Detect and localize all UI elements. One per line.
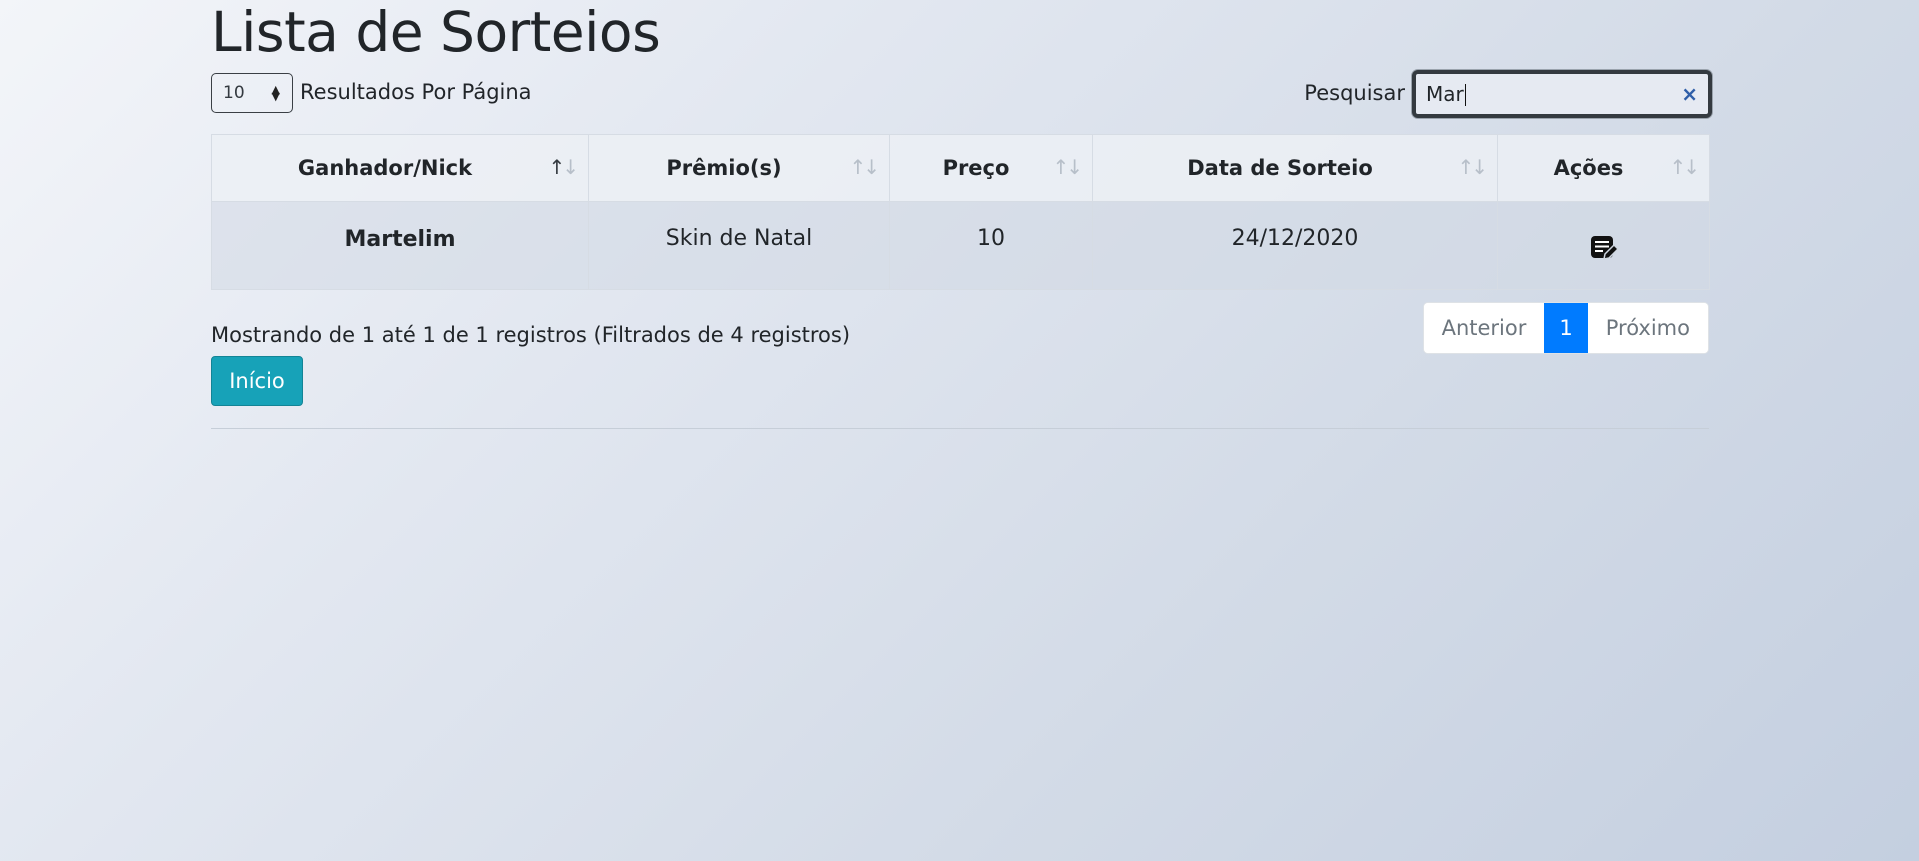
cell-premio: Skin de Natal xyxy=(588,201,890,290)
page-title: Lista de Sorteios xyxy=(211,0,661,64)
table-info: Mostrando de 1 até 1 de 1 registros (Fil… xyxy=(211,323,851,347)
cell-preco: 10 xyxy=(889,201,1093,290)
home-button[interactable]: Início xyxy=(211,356,303,406)
sort-icon: ↑↓ xyxy=(1669,155,1699,179)
pagination-page-1[interactable]: 1 xyxy=(1544,303,1588,353)
sort-icon: ↑↓ xyxy=(1457,155,1487,179)
table-header-row: Ganhador/Nick ↑↓ Prêmio(s) ↑↓ Preço ↑↓ D… xyxy=(211,134,1710,202)
edit-note-icon[interactable] xyxy=(1589,234,1619,268)
search-input[interactable]: Mar × xyxy=(1412,70,1712,118)
clear-search-icon[interactable]: × xyxy=(1681,82,1698,106)
sorteios-table: Ganhador/Nick ↑↓ Prêmio(s) ↑↓ Preço ↑↓ D… xyxy=(211,134,1710,290)
page-length-value: 10 xyxy=(223,83,245,103)
cell-ganhador: Martelim xyxy=(211,201,589,290)
column-header-ganhador[interactable]: Ganhador/Nick ↑↓ xyxy=(211,134,589,202)
cell-data: 24/12/2020 xyxy=(1092,201,1498,290)
select-arrows-icon: ▲ ▼ xyxy=(271,83,280,103)
sort-icon: ↑↓ xyxy=(849,155,879,179)
pagination-next[interactable]: Próximo xyxy=(1587,303,1708,353)
pagination-previous[interactable]: Anterior xyxy=(1423,303,1545,353)
column-header-data[interactable]: Data de Sorteio ↑↓ xyxy=(1092,134,1498,202)
search-input-value: Mar xyxy=(1426,81,1464,106)
cell-acoes xyxy=(1497,201,1710,290)
table-row: Martelim Skin de Natal 10 24/12/2020 xyxy=(211,201,1710,290)
column-header-premios[interactable]: Prêmio(s) ↑↓ xyxy=(588,134,890,202)
search-label: Pesquisar xyxy=(1304,81,1405,105)
sort-asc-icon: ↑↓ xyxy=(548,155,578,179)
pagination: Anterior 1 Próximo xyxy=(1422,302,1709,354)
column-header-acoes[interactable]: Ações ↑↓ xyxy=(1497,134,1710,202)
sort-icon: ↑↓ xyxy=(1052,155,1082,179)
column-header-preco[interactable]: Preço ↑↓ xyxy=(889,134,1093,202)
page-length-select[interactable]: 10 ▲ ▼ xyxy=(211,73,293,113)
text-caret xyxy=(1464,84,1466,107)
page-length-label: Resultados Por Página xyxy=(300,80,532,104)
divider xyxy=(211,428,1709,429)
